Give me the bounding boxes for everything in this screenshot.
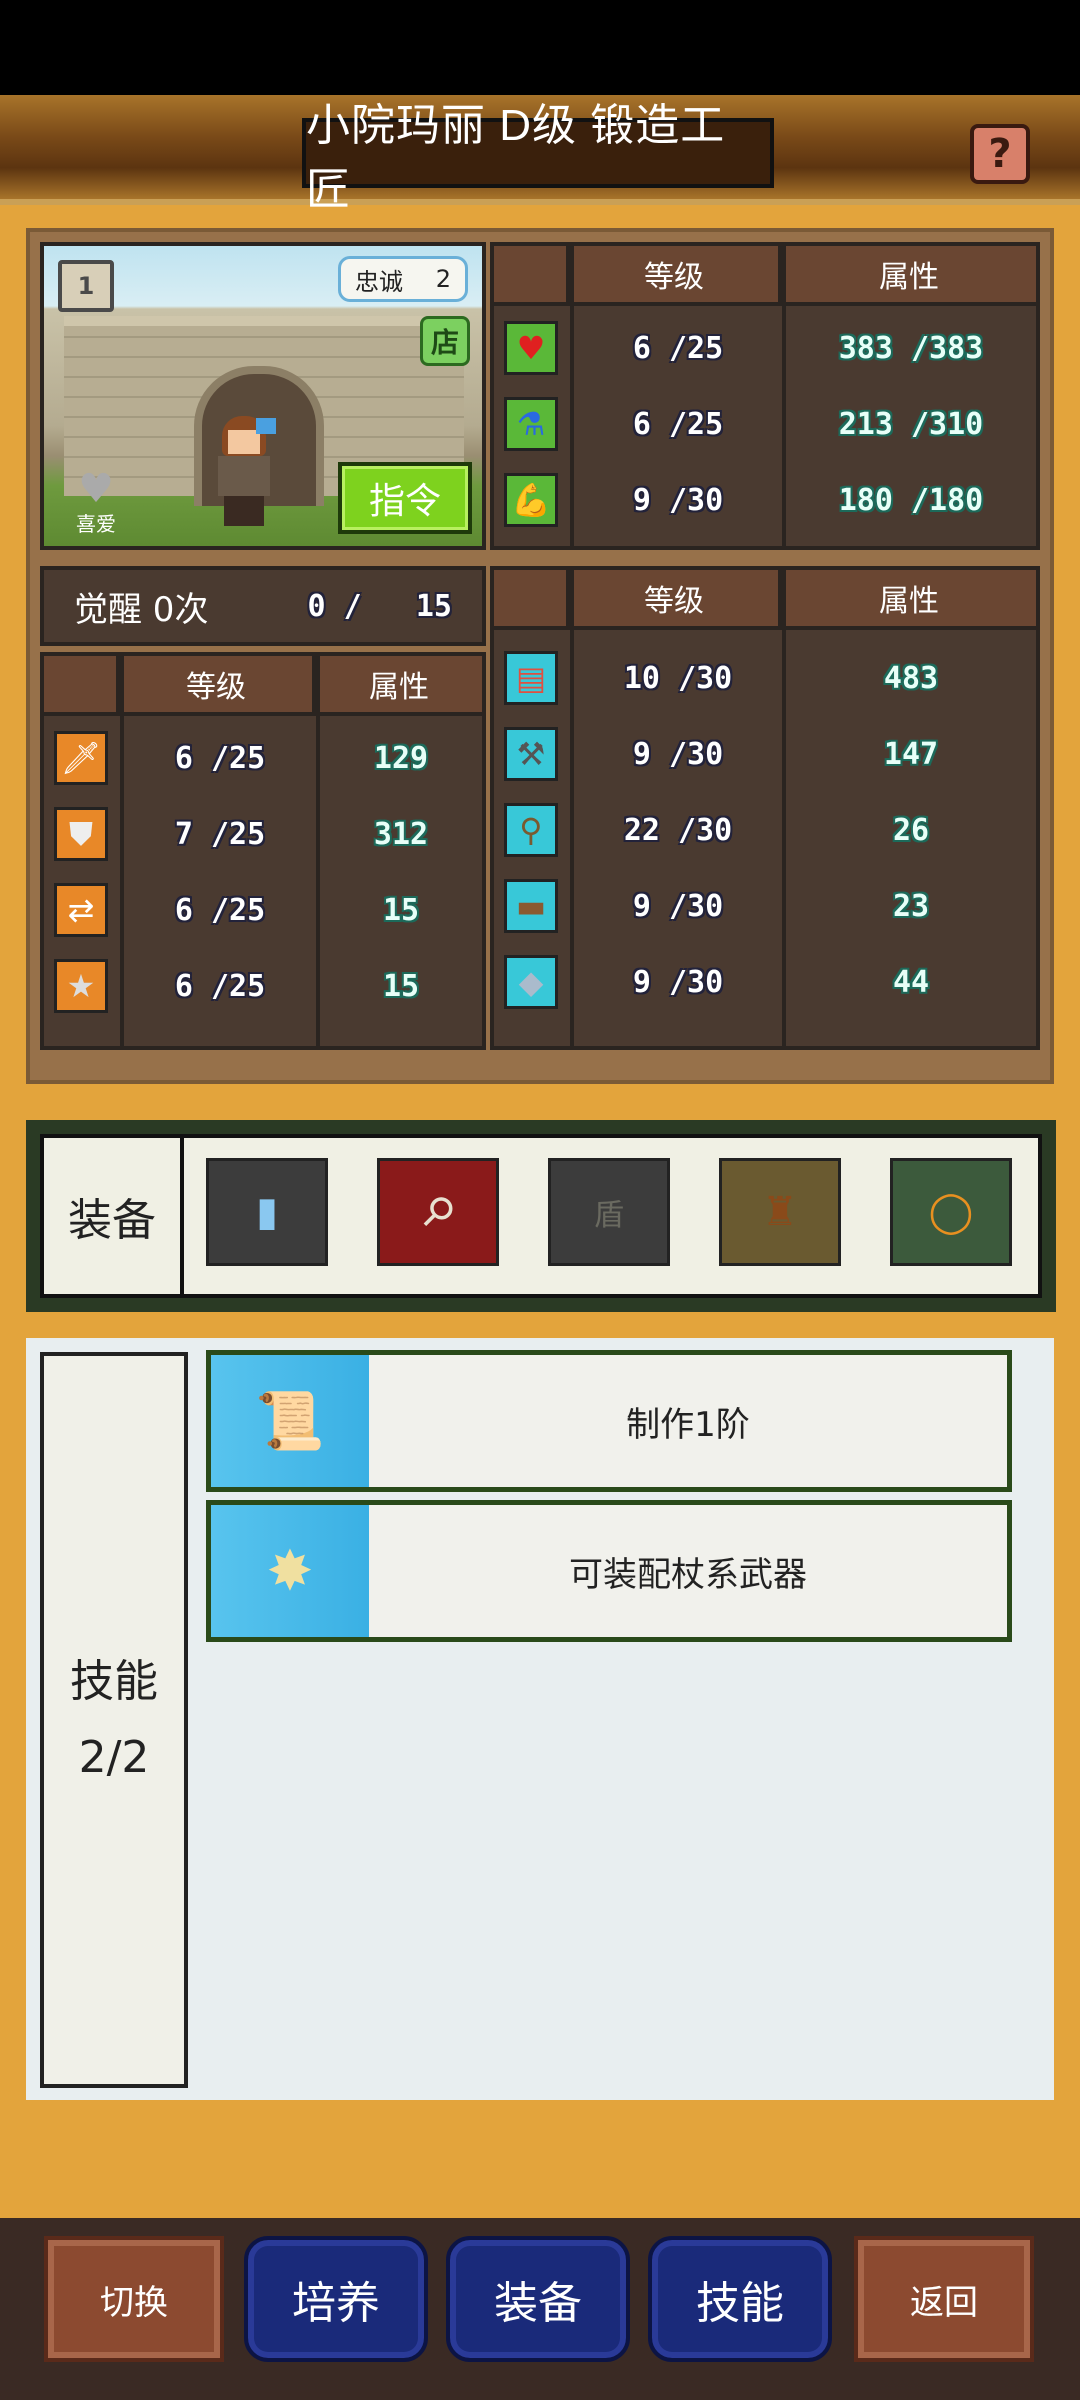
table-row: ▬ 9 /30 23 <box>494 868 1036 944</box>
anvil-icon: ▬ <box>504 879 558 933</box>
table-row: ⚲ 22 /30 26 <box>494 792 1036 868</box>
awaken-label: 觉醒 0次 <box>74 589 209 630</box>
equipment-label: 装备 <box>44 1138 184 1294</box>
table-row: 💪 9 /30 180 /180 <box>494 462 1036 538</box>
table-row: ⇄ 6 /25 15 <box>44 872 482 948</box>
table-row: ★ 6 /25 15 <box>44 948 482 1024</box>
sword-sparkle-icon: ✸ <box>211 1505 369 1637</box>
craft-stats-table: 等级 属性 ▤ 10 /30 483 ⚒ 9 /30 147 ⚲ 22 /30 … <box>490 566 1040 1050</box>
skills-label: 技能 2/2 <box>40 1352 188 2088</box>
combat-stats-table: 等级 属性 🗡 6 /25 129 ⛊ 7 /25 312 ⇄ 6 /25 15… <box>40 652 486 1050</box>
vitals-table: 等级 属性 ♥ 6 /25 383 /383 ⚗ 6 /25 213 /310 … <box>490 242 1040 550</box>
header-attribute: 属性 <box>369 670 429 705</box>
hammer-icon: ⚒ <box>504 727 558 781</box>
skill-text: 制作1阶 <box>369 1355 1007 1487</box>
awaken-progress: 0 / 15 <box>307 588 453 624</box>
table-row: 🗡 6 /25 129 <box>44 720 482 796</box>
ring-icon: ◯ <box>928 1189 974 1235</box>
bottle-icon: ▮ <box>255 1189 278 1235</box>
table-row: ⛊ 7 /25 312 <box>44 796 482 872</box>
shop-badge[interactable]: 店 <box>420 316 470 366</box>
question-icon: ? <box>988 131 1012 177</box>
heart-icon: ♥ <box>504 321 558 375</box>
skill-item[interactable]: 📜 制作1阶 <box>206 1350 1012 1492</box>
skill-item[interactable]: ✸ 可装配杖系武器 <box>206 1500 1012 1642</box>
heart-outline-icon: ♥ <box>78 466 114 512</box>
like-button[interactable]: ♥ 喜爱 <box>64 466 128 536</box>
table-row: ♥ 6 /25 383 /383 <box>494 310 1036 386</box>
skill-text: 可装配杖系武器 <box>369 1505 1007 1637</box>
book-icon: ▤ <box>504 651 558 705</box>
muscle-icon: 💪 <box>504 473 558 527</box>
loyalty-badge: 忠诚 2 <box>338 256 468 302</box>
back-button[interactable]: 返回 <box>854 2236 1034 2362</box>
item-slot-shield[interactable]: 盾 <box>548 1158 670 1266</box>
help-button[interactable]: ? <box>970 124 1030 184</box>
equip-button[interactable]: 装备 <box>446 2236 630 2362</box>
loyalty-value: 2 <box>435 265 451 293</box>
header-level: 等级 <box>570 570 782 626</box>
star-icon: ★ <box>54 959 108 1013</box>
header-attribute: 属性 <box>879 584 939 619</box>
staff-icon: ⚲ <box>411 1185 465 1239</box>
header-level: 等级 <box>120 656 316 712</box>
potion-icon: ⚗ <box>504 397 558 451</box>
ore-icon: ◆ <box>504 955 558 1009</box>
header-attribute: 属性 <box>879 260 939 295</box>
item-slot-armor[interactable]: ♜ <box>719 1158 841 1266</box>
like-label: 喜爱 <box>76 512 116 536</box>
table-row: ⚒ 9 /30 147 <box>494 716 1036 792</box>
train-button[interactable]: 培养 <box>244 2236 428 2362</box>
table-row: ▤ 10 /30 483 <box>494 640 1036 716</box>
shield-icon: ⛊ <box>54 807 108 861</box>
bottom-nav: 切换 培养 装备 技能 返回 <box>0 2218 1080 2400</box>
sword-icon: 🗡 <box>54 731 108 785</box>
header-level: 等级 <box>570 246 782 302</box>
skills-panel: 技能 2/2 📜 制作1阶 ✸ 可装配杖系武器 <box>26 1338 1054 2100</box>
equipment-panel: 装备 ▮ ⚲ 盾 ♜ ◯ <box>26 1120 1056 1312</box>
command-button[interactable]: 指令 <box>338 462 472 534</box>
table-row: ◆ 9 /30 44 <box>494 944 1036 1020</box>
character-sprite <box>204 416 284 526</box>
shovel-icon: ⚲ <box>504 803 558 857</box>
item-slot-accessory[interactable]: ▮ <box>206 1158 328 1266</box>
skills-count: 2/2 <box>78 1732 150 1783</box>
table-row: ⚗ 6 /25 213 /310 <box>494 386 1036 462</box>
arrows-icon: ⇄ <box>54 883 108 937</box>
scroll-icon: 📜 <box>211 1355 369 1487</box>
page-title: 小院玛丽 D级 锻造工匠 <box>302 101 774 214</box>
loyalty-label: 忠诚 <box>355 267 403 296</box>
switch-button[interactable]: 切换 <box>44 2236 224 2362</box>
item-slot-ring[interactable]: ◯ <box>890 1158 1012 1266</box>
awaken-status: 觉醒 0次 0 / 15 <box>40 566 486 646</box>
item-slot-weapon[interactable]: ⚲ <box>377 1158 499 1266</box>
skill-button[interactable]: 技能 <box>648 2236 832 2362</box>
book-badge-icon[interactable]: 1 <box>58 260 114 312</box>
armor-icon: ♜ <box>762 1189 798 1235</box>
